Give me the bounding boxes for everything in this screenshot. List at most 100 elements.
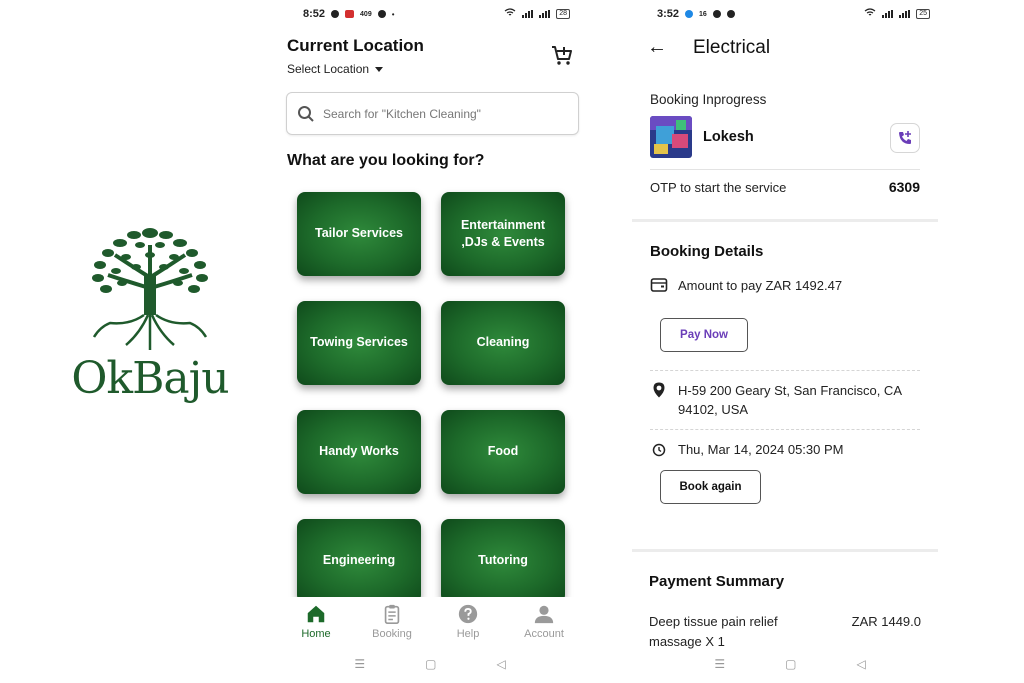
search-input[interactable] [323,106,563,121]
section-title: What are you looking for? [287,152,485,169]
home-icon [307,605,325,623]
payment-summary-card: Payment Summary Deep tissue pain relief … [649,573,921,651]
home-screen: 8:52 409 • 28 Current Location Select Lo… [270,0,590,683]
service-tile-food[interactable]: Food [441,410,565,494]
service-tile-towing[interactable]: Towing Services [297,301,421,385]
nav-help-label: Help [456,628,480,640]
location-select-label: Select Location [287,62,370,76]
address-text: H-59 200 Geary St, San Francisco, CA 941… [678,382,902,418]
section-divider [632,549,938,552]
divider [650,428,920,430]
booking-status-card: Booking Inprogress Lokesh OTP to start t… [650,92,920,195]
booking-detail-screen: 3:52 16 25 ← Electrical Booking Inprogre… [630,0,950,683]
amount-text: Amount to pay ZAR 1492.47 [678,278,843,293]
caret-down-icon [375,66,384,72]
menu-icon[interactable]: ☰ [354,657,365,671]
chat-icon [331,10,340,18]
otp-label: OTP to start the service [650,179,787,195]
call-button[interactable] [890,123,920,153]
services-grid: Tailor Services Entertainment ,DJs & Eve… [297,192,567,603]
nav-account-label: Account [524,628,564,640]
system-navigation: ☰ ▢ ◁ [270,652,590,676]
otp-row: OTP to start the service 6309 [650,179,920,195]
nav-home[interactable]: Home [281,603,351,649]
otp-value: 6309 [888,179,920,195]
location-select[interactable]: Select Location [287,62,424,76]
payment-item-label: Deep tissue pain relief massage X 1 [649,614,778,649]
battery-icon: 25 [916,9,930,19]
service-tile-tutoring[interactable]: Tutoring [441,519,565,603]
app-icon [726,10,735,18]
add-call-icon [899,131,911,144]
bottom-navigation: Home Booking Help Account [270,597,590,649]
signal-icon [882,10,894,18]
wifi-icon [504,8,516,20]
location-header: Current Location Select Location [287,36,424,76]
details-heading: Booking Details [650,243,764,260]
clock-icon [652,443,666,456]
page-title: Electrical [693,36,771,58]
service-tile-handy-works[interactable]: Handy Works [297,410,421,494]
book-again-button[interactable]: Book again [660,470,761,504]
nav-help[interactable]: Help [433,603,503,649]
datetime-row: Thu, Mar 14, 2024 05:30 PM [650,440,920,460]
account-icon [534,605,554,624]
home-square-icon[interactable]: ▢ [425,657,436,671]
back-triangle-icon[interactable]: ◁ [856,657,865,671]
avatar [650,116,692,158]
notification-badge: 16 [699,10,707,18]
divider [650,169,920,170]
tree-logo-icon [92,228,208,350]
section-divider [632,219,938,222]
signal-icon [522,10,534,18]
help-icon [458,604,478,624]
app-notification-icon [345,10,355,18]
menu-icon[interactable]: ☰ [714,657,725,671]
home-square-icon[interactable]: ▢ [785,657,796,671]
notification-badge: 409 [360,10,372,18]
provider-row: Lokesh [650,115,920,159]
nav-home-label: Home [301,628,331,640]
search-icon [298,105,314,122]
dot-icon: • [391,9,395,19]
status-bar: 8:52 409 • 28 [270,0,590,28]
datetime-text: Thu, Mar 14, 2024 05:30 PM [678,441,844,457]
pay-now-button[interactable]: Pay Now [660,317,748,352]
back-arrow-icon[interactable]: ← [647,36,667,59]
service-tile-tailor[interactable]: Tailor Services [297,192,421,276]
clipboard-icon [384,604,400,624]
provider-name: Lokesh [703,129,754,145]
status-time: 8:52 [303,8,326,20]
booking-details-card: Booking Details Amount to pay ZAR 1492.4… [650,243,920,504]
status-bar: 3:52 16 25 [630,0,950,28]
back-triangle-icon[interactable]: ◁ [496,657,505,671]
divider [650,369,920,371]
service-tile-engineering[interactable]: Engineering [297,519,421,603]
logo-wordmark: OkBaju [71,353,229,404]
payment-item-price: ZAR 1449.0 [851,614,921,629]
nav-booking[interactable]: Booking [357,603,427,649]
nav-booking-label: Booking [372,628,412,640]
service-tile-entertainment[interactable]: Entertainment ,DJs & Events [441,192,565,276]
app-icon [712,10,721,18]
signal-icon [899,10,911,18]
service-tile-cleaning[interactable]: Cleaning [441,301,565,385]
system-navigation: ☰ ▢ ◁ [630,652,950,676]
app-icon [377,10,386,18]
wallet-icon [650,278,668,292]
amount-row: Amount to pay ZAR 1492.47 [650,276,920,296]
okbaju-logo: OkBaju [60,215,240,415]
wifi-icon [864,8,876,20]
signal-icon [539,10,551,18]
payment-heading: Payment Summary [649,573,785,590]
location-title: Current Location [287,36,424,55]
app-icon [685,10,694,18]
search-bar[interactable] [286,92,579,135]
payment-item-row: Deep tissue pain relief massage X 1 ZAR … [649,612,921,651]
location-pin-icon [653,382,665,397]
app-bar: ← Electrical [647,36,770,59]
address-row: H-59 200 Geary St, San Francisco, CA 941… [650,381,920,420]
nav-account[interactable]: Account [509,603,579,649]
cart-icon[interactable] [550,44,574,68]
battery-icon: 28 [556,9,570,19]
